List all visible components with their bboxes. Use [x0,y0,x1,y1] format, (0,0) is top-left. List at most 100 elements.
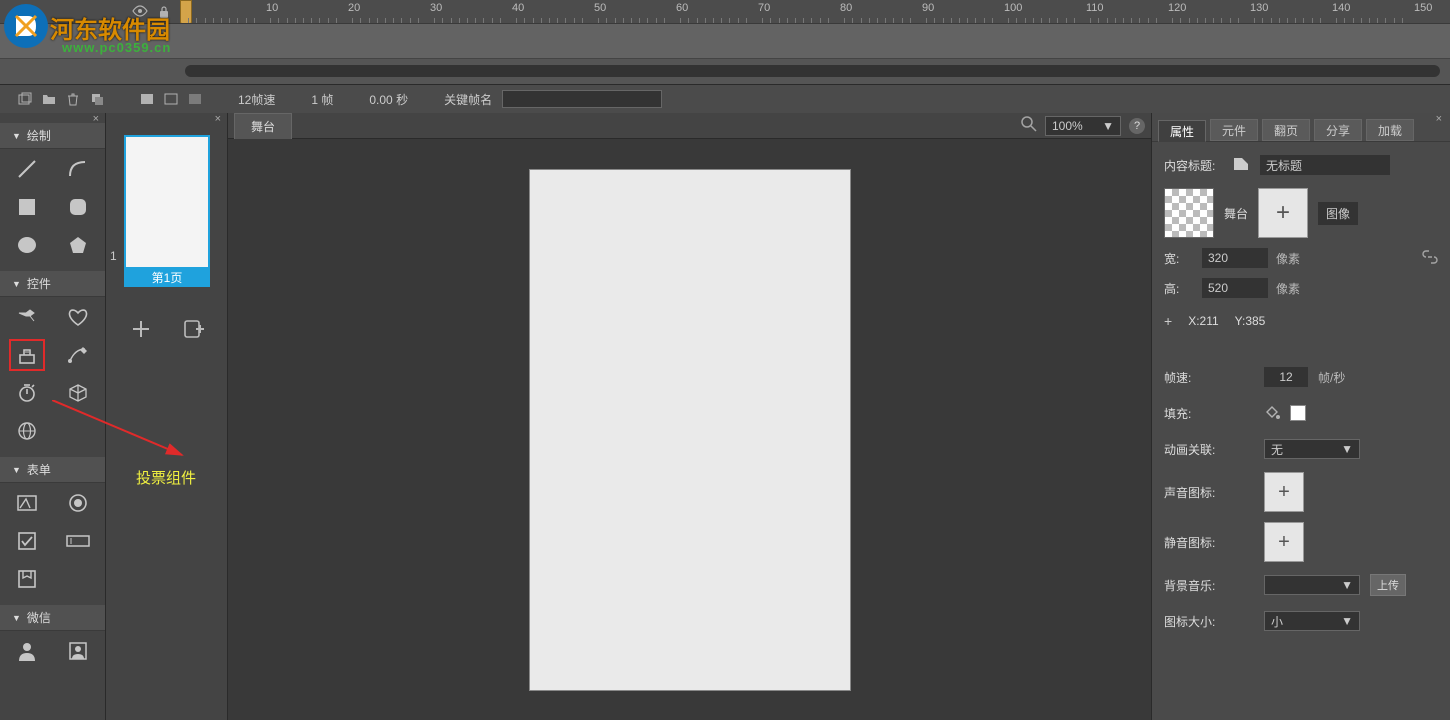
page-panel: × 1 第1页 [106,113,228,720]
bg-music-label: 背景音乐: [1164,577,1222,594]
anim-link-label: 动画关联: [1164,441,1222,458]
visibility-icon[interactable] [132,5,148,20]
fps-input[interactable] [1264,367,1308,387]
section-draw[interactable]: ▼绘制 [0,123,105,149]
line-tool-icon[interactable] [13,157,41,181]
tab-share[interactable]: 分享 [1314,119,1362,141]
time-display: 0.00 秒 [369,91,408,108]
width-unit: 像素 [1276,250,1300,267]
globe-tool-icon[interactable] [13,419,41,443]
add-mute-icon-button[interactable]: + [1264,522,1304,562]
content-title-label: 内容标题: [1164,157,1222,174]
timeline-ruler[interactable]: 102030405060708090100110120130140150 [180,0,1450,23]
fps-label: 帧速: [1164,369,1222,386]
height-label: 高: [1164,280,1194,297]
fill-label: 填充: [1164,405,1222,422]
hand-tool-icon[interactable] [13,305,41,329]
new-layer-icon[interactable] [18,92,32,106]
stage-canvas[interactable] [228,139,1151,720]
avatar-box-icon[interactable] [64,639,92,663]
content-title-input[interactable] [1260,155,1390,175]
anim-link-select[interactable]: 无▼ [1264,439,1360,459]
close-icon[interactable]: × [93,113,99,125]
trash-icon[interactable] [66,92,80,106]
tab-elements[interactable]: 元件 [1210,119,1258,141]
add-pos-icon[interactable]: + [1164,313,1172,329]
icon-size-label: 图标大小: [1164,613,1222,630]
textbox-icon[interactable] [13,491,41,515]
heart-tool-icon[interactable] [64,305,92,329]
page-icon [1232,156,1250,175]
page-label[interactable]: 第1页 [124,269,210,287]
tab-load[interactable]: 加载 [1366,119,1414,141]
person-icon[interactable] [13,639,41,663]
fps-unit: 帧/秒 [1318,369,1345,386]
rect-tool-icon[interactable] [13,195,41,219]
section-form[interactable]: ▼表单 [0,457,105,483]
bg-music-select[interactable]: ▼ [1264,575,1360,595]
vote-widget-icon[interactable] [13,343,41,367]
radio-icon[interactable] [64,491,92,515]
keyframe-name-label: 关键帧名 [444,91,492,108]
tab-pageflip[interactable]: 翻页 [1262,119,1310,141]
add-sound-icon-button[interactable]: + [1264,472,1304,512]
page-thumbnail[interactable] [124,135,210,269]
duplicate-icon[interactable] [90,92,104,106]
keyframe-blank-icon[interactable] [164,92,178,106]
timeline-scrollbar[interactable] [185,65,1440,77]
height-input[interactable] [1202,278,1268,298]
arc-tool-icon[interactable] [64,157,92,181]
close-icon[interactable]: × [215,113,221,125]
folder-icon[interactable] [42,92,56,106]
ellipse-tool-icon[interactable] [13,233,41,257]
pos-y: Y:385 [1235,314,1266,328]
upload-button[interactable]: 上传 [1370,574,1406,596]
playhead[interactable] [180,0,192,23]
add-image-button[interactable]: + [1258,188,1308,238]
search-icon[interactable] [1021,116,1037,135]
fps-display: 12帧速 [238,91,275,108]
keyframe-clear-icon[interactable] [188,92,202,106]
stage-tab[interactable]: 舞台 [234,113,292,139]
submit-icon[interactable] [13,567,41,591]
pos-x: X:211 [1188,314,1218,328]
frame-toolbar: 12帧速 1 帧 0.00 秒 关键帧名 [0,85,1450,113]
polygon-tool-icon[interactable] [64,233,92,257]
width-input[interactable] [1202,248,1268,268]
image-label: 图像 [1318,202,1358,225]
dice-tool-icon[interactable] [64,381,92,405]
tab-properties[interactable]: 属性 [1158,120,1206,142]
icon-size-select[interactable]: 小▼ [1264,611,1360,631]
paint-bucket-icon[interactable] [1264,404,1280,423]
checkbox-icon[interactable] [13,529,41,553]
mute-icon-label: 静音图标: [1164,534,1222,551]
width-label: 宽: [1164,250,1194,267]
add-page-button[interactable] [127,315,155,343]
annotation-label: 投票组件 [136,467,196,488]
stage-label: 舞台 [1224,205,1248,222]
page-number: 1 [110,249,117,263]
tool-palette: × ▼绘制 ▼控件 ▼表单 ▼微信 [0,113,106,720]
frame-display: 1 帧 [311,91,333,108]
background-swatch[interactable] [1164,188,1214,238]
pen-path-icon[interactable] [64,343,92,367]
lock-icon[interactable] [158,5,170,19]
roundrect-tool-icon[interactable] [64,195,92,219]
timer-tool-icon[interactable] [13,381,41,405]
properties-panel: × 属性 元件 翻页 分享 加载 内容标题: 舞台 + 图像 宽: [1152,113,1450,720]
input-icon[interactable] [64,529,92,553]
section-widget[interactable]: ▼控件 [0,271,105,297]
section-wechat[interactable]: ▼微信 [0,605,105,631]
link-icon[interactable] [1422,250,1438,267]
canvas[interactable] [529,169,851,691]
keyframe-name-input[interactable] [502,90,662,108]
help-icon[interactable]: ? [1129,118,1145,134]
sound-icon-label: 声音图标: [1164,484,1222,501]
height-unit: 像素 [1276,280,1300,297]
keyframe-insert-icon[interactable] [140,92,154,106]
timeline-area: 102030405060708090100110120130140150 [0,0,1450,85]
close-icon[interactable]: × [1436,113,1442,125]
zoom-select[interactable]: 100%▼ [1045,116,1121,136]
fill-color-swatch[interactable] [1290,405,1306,421]
duplicate-page-button[interactable] [179,315,207,343]
